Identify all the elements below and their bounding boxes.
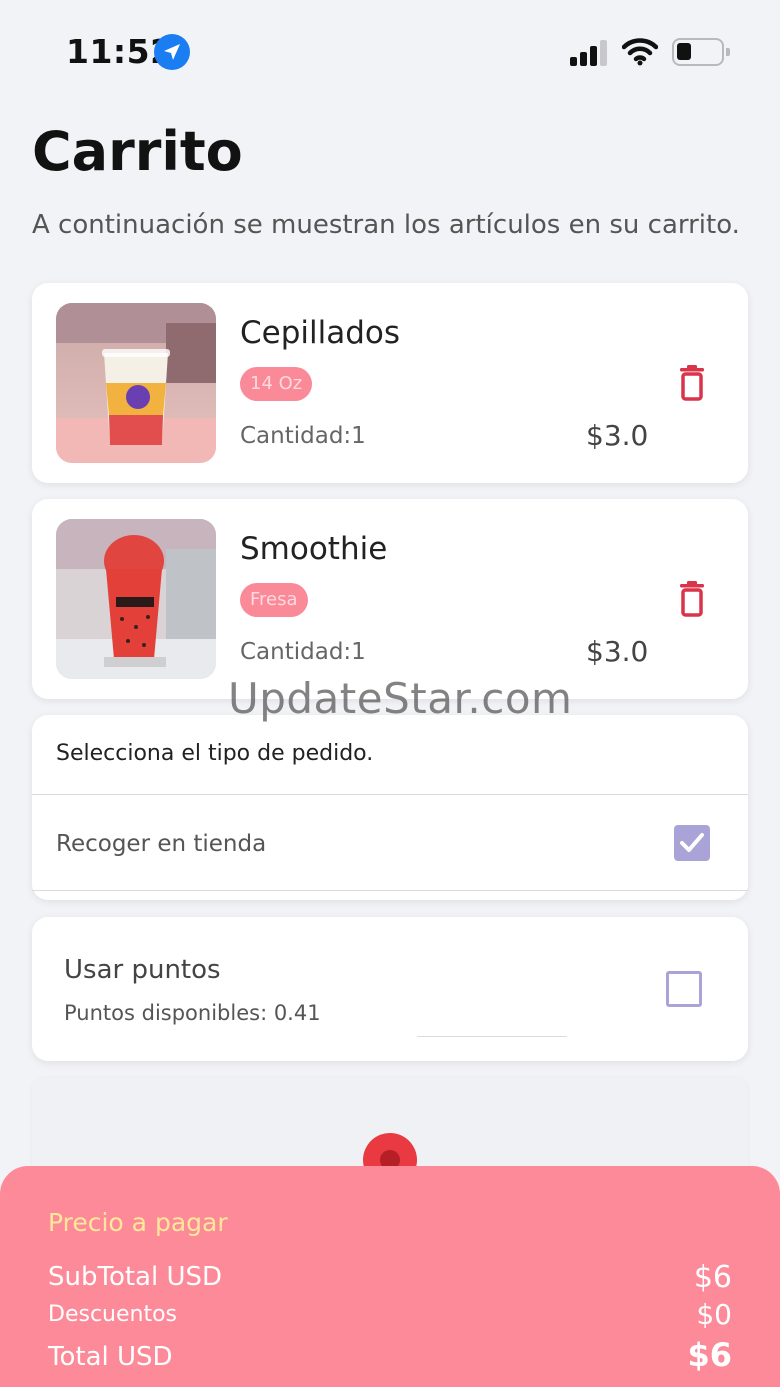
item-price: $3.0 bbox=[586, 635, 649, 668]
order-type-card: Selecciona el tipo de pedido. Recoger en… bbox=[32, 715, 748, 900]
page-subtitle: A continuación se muestran los artículos… bbox=[32, 210, 740, 240]
trash-icon[interactable] bbox=[676, 365, 708, 401]
total-label: Total USD bbox=[48, 1342, 173, 1372]
use-points-checkbox[interactable] bbox=[666, 971, 702, 1007]
price-summary-panel: Precio a pagar SubTotal USD $6 Descuento… bbox=[0, 1166, 780, 1387]
page-title: Carrito bbox=[32, 120, 243, 183]
subtotal-value: $6 bbox=[693, 1260, 732, 1295]
subtotal-label: SubTotal USD bbox=[48, 1262, 223, 1292]
item-name: Cepillados bbox=[240, 315, 401, 351]
signal-icon bbox=[570, 40, 610, 66]
total-value: $6 bbox=[687, 1336, 732, 1374]
trash-icon[interactable] bbox=[676, 581, 708, 617]
wifi-icon bbox=[621, 38, 659, 70]
order-type-header: Selecciona el tipo de pedido. bbox=[56, 741, 374, 766]
points-available: Puntos disponibles: 0.41 bbox=[64, 1001, 321, 1025]
watermark: UpdateStar.com bbox=[228, 674, 573, 723]
item-quantity: Cantidad:1 bbox=[240, 423, 366, 449]
pickup-checkbox[interactable] bbox=[674, 825, 710, 861]
pickup-option-label[interactable]: Recoger en tienda bbox=[56, 831, 266, 857]
variant-badge: 14 Oz bbox=[240, 367, 313, 401]
use-points-label[interactable]: Usar puntos bbox=[64, 955, 221, 985]
divider bbox=[417, 1036, 567, 1037]
discount-label: Descuentos bbox=[48, 1302, 178, 1327]
divider bbox=[32, 794, 748, 795]
cart-item[interactable]: Cepillados 14 Oz Cantidad:1 $3.0 bbox=[32, 283, 748, 483]
item-price: $3.0 bbox=[586, 419, 649, 452]
battery-icon bbox=[672, 38, 730, 66]
status-bar: 11:52 bbox=[0, 0, 780, 100]
discount-value: $0 bbox=[696, 1298, 732, 1331]
product-image bbox=[56, 519, 216, 679]
summary-title: Precio a pagar bbox=[48, 1208, 228, 1237]
location-arrow-icon bbox=[154, 34, 190, 70]
item-quantity: Cantidad:1 bbox=[240, 639, 366, 665]
item-name: Smoothie bbox=[240, 531, 388, 567]
points-card: Usar puntos Puntos disponibles: 0.41 bbox=[32, 917, 748, 1061]
divider bbox=[32, 890, 748, 891]
cart-item[interactable]: Smoothie Fresa Cantidad:1 $3.0 bbox=[32, 499, 748, 699]
product-image bbox=[56, 303, 216, 463]
variant-badge: Fresa bbox=[240, 583, 308, 617]
checkmark-icon bbox=[680, 833, 704, 852]
